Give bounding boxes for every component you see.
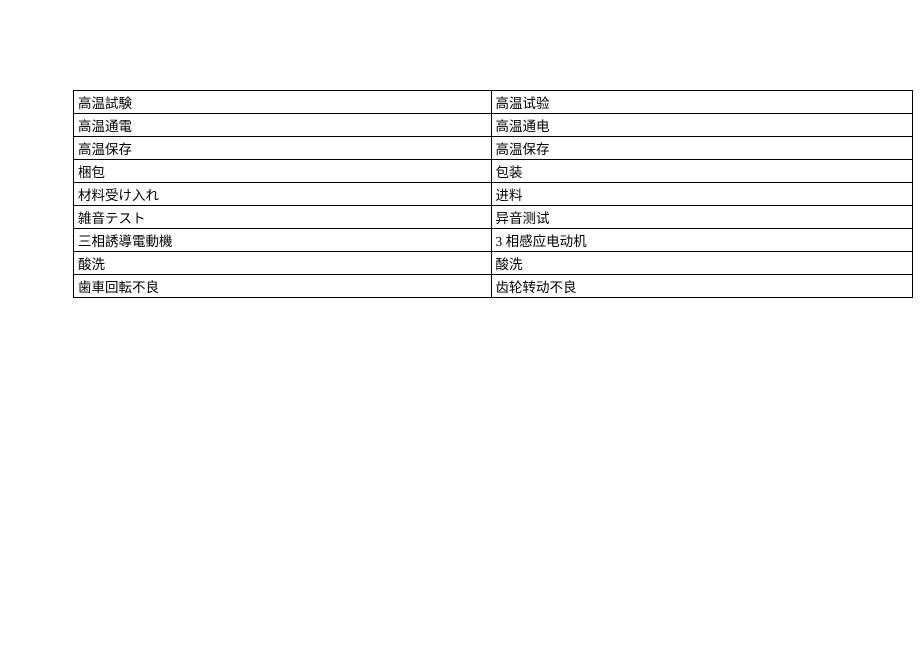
jp-cell: 雑音テスト bbox=[74, 206, 492, 229]
jp-cell: 高温通電 bbox=[74, 114, 492, 137]
cn-cell: 进料 bbox=[491, 183, 913, 206]
jp-cell: 歯車回転不良 bbox=[74, 275, 492, 298]
jp-cell: 酸洗 bbox=[74, 252, 492, 275]
cn-cell: 异音测试 bbox=[491, 206, 913, 229]
table-row: 高温試験 高温试验 bbox=[74, 91, 913, 114]
cn-cell: 齿轮转动不良 bbox=[491, 275, 913, 298]
table-row: 雑音テスト 异音测试 bbox=[74, 206, 913, 229]
table-row: 三相誘導電動機 3 相感应电动机 bbox=[74, 229, 913, 252]
table-row: 梱包 包装 bbox=[74, 160, 913, 183]
glossary-table: 高温試験 高温试验 高温通電 高温通电 高温保存 高温保存 梱包 包装 材料受け… bbox=[73, 90, 913, 298]
table-row: 歯車回転不良 齿轮转动不良 bbox=[74, 275, 913, 298]
jp-cell: 梱包 bbox=[74, 160, 492, 183]
table-row: 高温保存 高温保存 bbox=[74, 137, 913, 160]
cn-cell: 酸洗 bbox=[491, 252, 913, 275]
table-row: 材料受け入れ 进料 bbox=[74, 183, 913, 206]
table-row: 酸洗 酸洗 bbox=[74, 252, 913, 275]
cn-cell: 高温保存 bbox=[491, 137, 913, 160]
jp-cell: 高温試験 bbox=[74, 91, 492, 114]
jp-cell: 三相誘導電動機 bbox=[74, 229, 492, 252]
jp-cell: 高温保存 bbox=[74, 137, 492, 160]
cn-cell: 高温试验 bbox=[491, 91, 913, 114]
cn-cell: 高温通电 bbox=[491, 114, 913, 137]
glossary-table-container: 高温試験 高温试验 高温通電 高温通电 高温保存 高温保存 梱包 包装 材料受け… bbox=[73, 90, 913, 298]
cn-cell: 3 相感应电动机 bbox=[491, 229, 913, 252]
cn-cell: 包装 bbox=[491, 160, 913, 183]
jp-cell: 材料受け入れ bbox=[74, 183, 492, 206]
table-row: 高温通電 高温通电 bbox=[74, 114, 913, 137]
